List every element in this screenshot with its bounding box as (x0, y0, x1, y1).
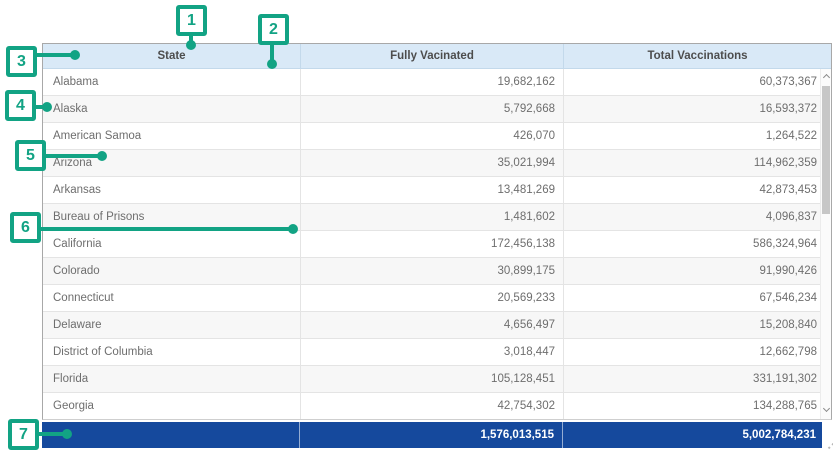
table-row[interactable]: Colorado 30,899,175 91,990,426 (43, 258, 831, 285)
cell-fully-vaccinated: 13,481,269 (301, 177, 564, 203)
cell-fully-vaccinated: 5,792,668 (301, 96, 564, 122)
column-header-fully-vaccinated[interactable]: Fully Vacinated (301, 44, 564, 68)
table-row[interactable]: Georgia 42,754,302 134,288,765 (43, 393, 831, 419)
table-header-row: State Fully Vacinated Total Vaccinations (43, 44, 831, 69)
table-row[interactable]: Arkansas 13,481,269 42,873,453 (43, 177, 831, 204)
table-row[interactable]: Alaska 5,792,668 16,593,372 (43, 96, 831, 123)
table-row[interactable]: Delaware 4,656,497 15,208,840 (43, 312, 831, 339)
callout-2-marker: 2 (258, 14, 289, 45)
summary-cell-total-vaccinations: 5,002,784,231 (563, 422, 822, 448)
callout-7-dot (62, 429, 72, 439)
table-body: Alabama 19,682,162 60,373,367 Alaska 5,7… (43, 69, 831, 419)
callout-6-marker: 6 (10, 212, 41, 243)
cell-state: Arkansas (43, 177, 301, 203)
table-row[interactable]: Arizona 35,021,994 114,962,359 (43, 150, 831, 177)
cell-total-vaccinations: 15,208,840 (564, 312, 831, 338)
scroll-up-icon[interactable] (823, 74, 830, 81)
cell-fully-vaccinated: 19,682,162 (301, 69, 564, 95)
callout-6-dot (288, 224, 298, 234)
cell-fully-vaccinated: 4,656,497 (301, 312, 564, 338)
cell-state: Delaware (43, 312, 301, 338)
cell-total-vaccinations: 12,662,798 (564, 339, 831, 365)
cell-fully-vaccinated: 426,070 (301, 123, 564, 149)
table-row[interactable]: American Samoa 426,070 1,264,522 (43, 123, 831, 150)
summary-cell-fully-vaccinated: 1,576,013,515 (300, 422, 563, 448)
callout-3-line (35, 53, 75, 57)
cell-total-vaccinations: 586,324,964 (564, 231, 831, 257)
cell-fully-vaccinated: 172,456,138 (301, 231, 564, 257)
table-row[interactable]: Florida 105,128,451 331,191,302 (43, 366, 831, 393)
cell-fully-vaccinated: 30,899,175 (301, 258, 564, 284)
attribute-table: State Fully Vacinated Total Vaccinations… (42, 43, 832, 420)
cell-state: Florida (43, 366, 301, 392)
callout-3-dot (70, 50, 80, 60)
cell-total-vaccinations: 16,593,372 (564, 96, 831, 122)
cell-state: American Samoa (43, 123, 301, 149)
callout-5-marker: 5 (15, 140, 46, 171)
cell-total-vaccinations: 134,288,765 (564, 393, 831, 419)
callout-7-marker: 7 (8, 419, 39, 450)
table-row[interactable]: District of Columbia 3,018,447 12,662,79… (43, 339, 831, 366)
cell-fully-vaccinated: 35,021,994 (301, 150, 564, 176)
callout-3-marker: 3 (6, 46, 37, 77)
cell-total-vaccinations: 42,873,453 (564, 177, 831, 203)
annotated-table-screenshot: State Fully Vacinated Total Vaccinations… (0, 0, 833, 453)
cell-fully-vaccinated: 42,754,302 (301, 393, 564, 419)
callout-1-marker: 1 (176, 5, 207, 36)
cell-fully-vaccinated: 20,569,233 (301, 285, 564, 311)
summary-cell-state (42, 422, 300, 448)
callout-4-dot (42, 102, 52, 112)
cell-total-vaccinations: 60,373,367 (564, 69, 831, 95)
callout-1-dot (186, 40, 196, 50)
cell-total-vaccinations: 114,962,359 (564, 150, 831, 176)
cell-state: Georgia (43, 393, 301, 419)
callout-7-line (37, 432, 65, 436)
cell-state: Alaska (43, 96, 301, 122)
callout-2-dot (267, 59, 277, 69)
callout-5-line (44, 154, 100, 158)
scroll-down-icon[interactable] (823, 405, 830, 412)
cell-state: Colorado (43, 258, 301, 284)
table-row[interactable]: California 172,456,138 586,324,964 (43, 231, 831, 258)
cell-fully-vaccinated: 3,018,447 (301, 339, 564, 365)
column-header-total-vaccinations[interactable]: Total Vaccinations (564, 44, 831, 68)
callout-6-line (39, 227, 291, 231)
cell-state: District of Columbia (43, 339, 301, 365)
resize-grip (823, 438, 833, 449)
scrollbar-thumb[interactable] (822, 86, 830, 214)
summary-row: 1,576,013,515 5,002,784,231 (42, 422, 822, 448)
cell-fully-vaccinated: 1,481,602 (301, 204, 564, 230)
vertical-scrollbar[interactable] (820, 69, 831, 419)
cell-fully-vaccinated: 105,128,451 (301, 366, 564, 392)
callout-5-dot (97, 151, 107, 161)
cell-state: Connecticut (43, 285, 301, 311)
cell-total-vaccinations: 331,191,302 (564, 366, 831, 392)
table-row[interactable]: Alabama 19,682,162 60,373,367 (43, 69, 831, 96)
table-row[interactable]: Connecticut 20,569,233 67,546,234 (43, 285, 831, 312)
column-header-state[interactable]: State (43, 44, 301, 68)
cell-state: Alabama (43, 69, 301, 95)
cell-total-vaccinations: 91,990,426 (564, 258, 831, 284)
cell-total-vaccinations: 4,096,837 (564, 204, 831, 230)
cell-total-vaccinations: 1,264,522 (564, 123, 831, 149)
cell-total-vaccinations: 67,546,234 (564, 285, 831, 311)
callout-4-marker: 4 (5, 90, 36, 121)
cell-state: California (43, 231, 301, 257)
